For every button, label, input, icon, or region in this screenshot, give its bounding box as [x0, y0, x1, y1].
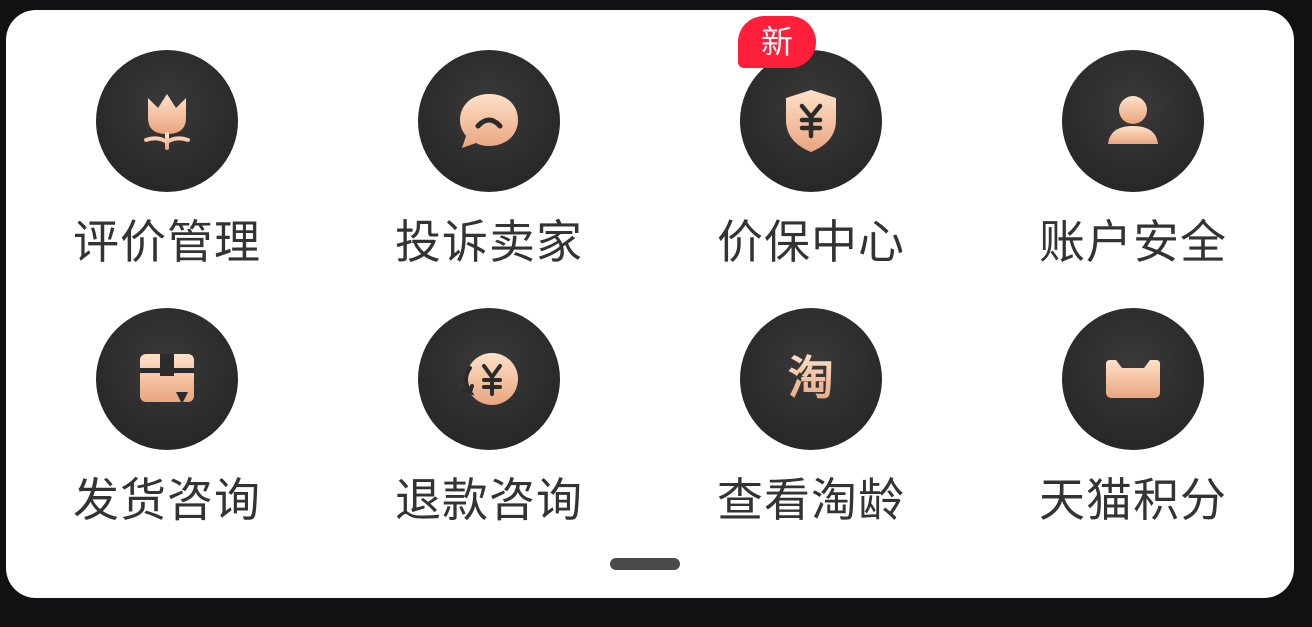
menu-icon-circle	[418, 50, 560, 192]
menu-item-complain-seller[interactable]: 投诉卖家	[328, 50, 650, 308]
menu-item-refund-inquiry[interactable]: 退款咨询	[328, 308, 650, 566]
yen-shield-icon	[786, 90, 836, 152]
menu-icon-circle	[96, 308, 238, 450]
tao-icon: 淘	[788, 351, 834, 405]
yen-refund-icon	[462, 353, 518, 405]
menu-icon-circle: 淘	[740, 308, 882, 450]
menu-icon-circle	[1062, 308, 1204, 450]
service-menu-card: 评价管理 投诉卖家 新 价保中心 账户安全 发货咨询 退款咨询 淘 查看淘龄 天…	[6, 10, 1294, 598]
menu-item-label: 评价管理	[73, 215, 261, 269]
menu-icon-circle	[96, 50, 238, 192]
menu-item-price-protection[interactable]: 新 价保中心	[650, 16, 972, 308]
menu-item-label: 账户安全	[1039, 215, 1227, 269]
menu-icon-circle	[418, 308, 560, 450]
menu-item-label: 价保中心	[717, 215, 905, 269]
tulip-icon	[144, 94, 190, 150]
menu-item-label: 投诉卖家	[395, 215, 583, 269]
menu-item-view-taobao-age[interactable]: 淘 查看淘龄	[650, 308, 972, 566]
tmall-icon	[1106, 360, 1160, 398]
new-badge: 新	[738, 16, 816, 68]
menu-item-account-security[interactable]: 账户安全	[972, 50, 1294, 308]
menu-item-label: 查看淘龄	[717, 473, 905, 527]
menu-item-shipping-inquiry[interactable]: 发货咨询	[6, 308, 328, 566]
menu-item-label: 天猫积分	[1039, 473, 1227, 527]
package-icon	[140, 354, 194, 404]
menu-item-review-management[interactable]: 评价管理	[6, 50, 328, 308]
menu-item-label: 退款咨询	[395, 473, 583, 527]
menu-icon-circle	[740, 50, 882, 192]
menu-icon-circle	[1062, 50, 1204, 192]
tao-glyph: 淘	[788, 351, 834, 405]
speech-bubble-icon	[460, 94, 518, 148]
menu-item-label: 发货咨询	[73, 473, 261, 527]
page-indicator[interactable]	[610, 558, 680, 570]
user-icon	[1108, 96, 1158, 144]
service-menu-grid: 评价管理 投诉卖家 新 价保中心 账户安全 发货咨询 退款咨询 淘 查看淘龄 天…	[6, 16, 1294, 566]
menu-item-tmall-points[interactable]: 天猫积分	[972, 308, 1294, 566]
